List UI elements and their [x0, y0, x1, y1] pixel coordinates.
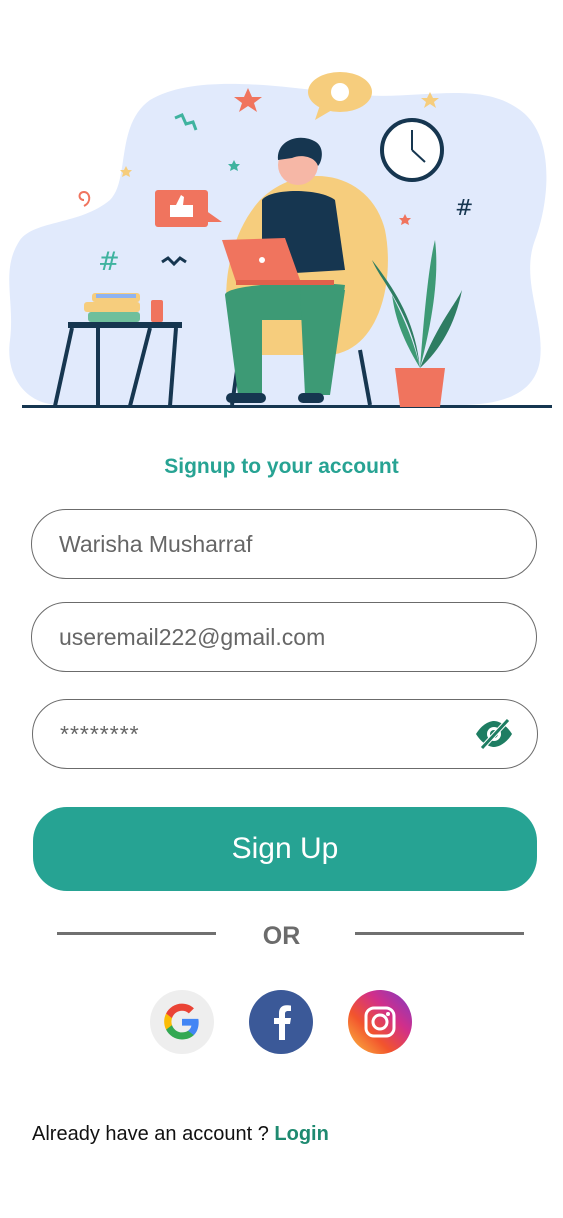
facebook-icon [274, 1005, 291, 1040]
page-title: Signup to your account [164, 455, 399, 478]
swirl-decoration [78, 190, 91, 207]
name-input[interactable] [59, 530, 514, 558]
divider-right [355, 932, 524, 935]
login-prompt-text: Already have an account ? [32, 1123, 275, 1145]
signup-button[interactable]: Sign Up [33, 807, 537, 891]
email-field[interactable] [31, 602, 537, 672]
hash-decoration: # [98, 247, 120, 277]
instagram-button[interactable] [348, 990, 412, 1054]
hero-illustration: # # [9, 72, 552, 408]
clock-icon [380, 118, 444, 182]
ground-line [22, 405, 552, 408]
eye-off-icon[interactable] [473, 716, 515, 752]
email-input[interactable] [59, 623, 514, 651]
books-stack [84, 293, 140, 322]
hash-decoration: # [455, 196, 473, 221]
facebook-button[interactable] [249, 990, 313, 1054]
google-icon [164, 1003, 199, 1040]
name-field[interactable] [31, 509, 537, 579]
login-prompt: Already have an account ? Login [32, 1123, 329, 1146]
password-input[interactable] [60, 720, 473, 748]
login-link[interactable]: Login [274, 1123, 328, 1145]
or-label: OR [262, 922, 301, 950]
instagram-icon [364, 1006, 396, 1038]
cup [151, 300, 163, 322]
google-button[interactable] [150, 990, 214, 1054]
password-field[interactable] [32, 699, 538, 769]
